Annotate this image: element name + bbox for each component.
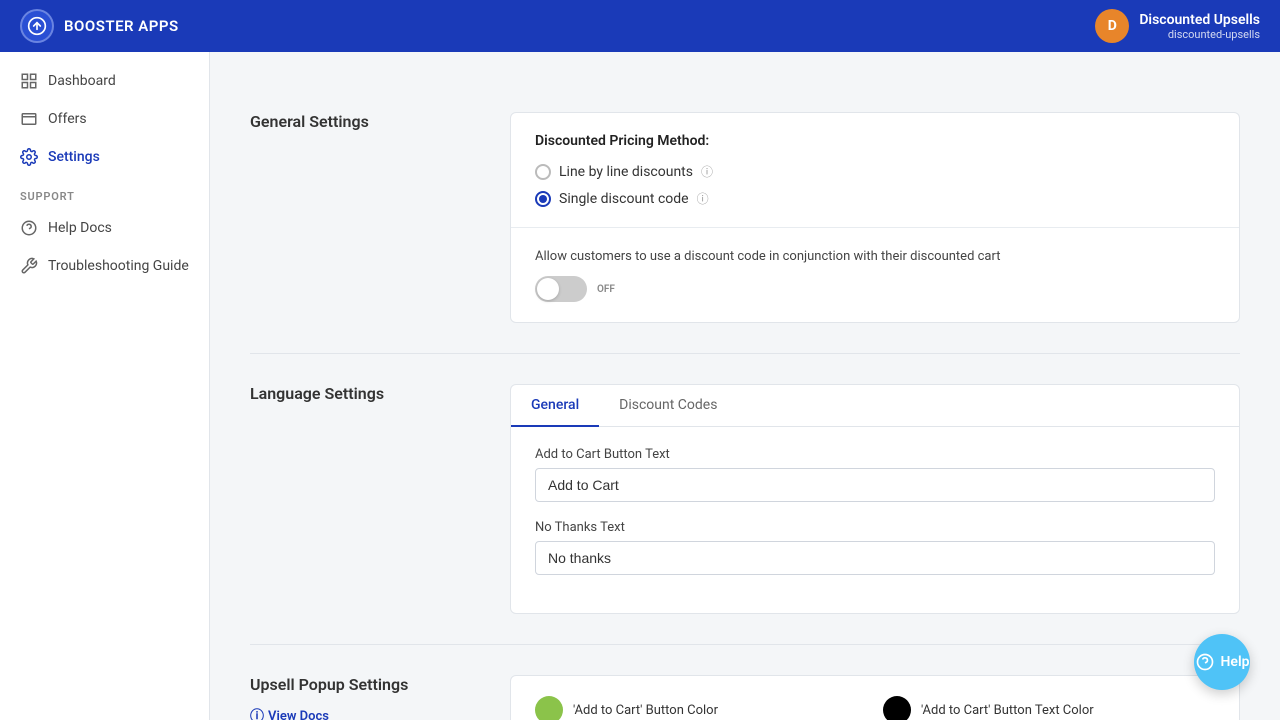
- radio-label-line: Line by line discounts: [559, 164, 693, 180]
- pricing-method-radio-group: Line by line discounts ⓘ Single discount…: [535, 163, 1215, 207]
- toggle-description: Allow customers to use a discount code i…: [535, 248, 1215, 266]
- sidebar-item-offers[interactable]: Offers: [0, 100, 209, 138]
- sidebar-label-dashboard: Dashboard: [48, 73, 116, 89]
- header-right: D Discounted Upsells discounted-upsells: [1095, 9, 1260, 43]
- field-group-add-to-cart: Add to Cart Button Text: [535, 447, 1215, 502]
- wrench-icon: [20, 257, 38, 275]
- toggle-knob: [537, 278, 559, 300]
- sidebar-item-dashboard[interactable]: Dashboard: [0, 62, 209, 100]
- upsell-popup-section: Upsell Popup Settings ⓘ View Docs Previe…: [250, 645, 1240, 720]
- color-label-add-to-cart-btn: 'Add to Cart' Button Color: [573, 703, 718, 718]
- support-section-label: SUPPORT: [0, 176, 209, 209]
- sidebar-label-settings: Settings: [48, 149, 100, 165]
- toggle-row: Allow customers to use a discount code i…: [535, 248, 1215, 302]
- language-settings-section: Language Settings General Discount Codes…: [250, 354, 1240, 645]
- help-icon-single[interactable]: ⓘ: [697, 190, 709, 207]
- brand-name: BOOSTER APPS: [64, 17, 179, 35]
- radio-label-single: Single discount code: [559, 191, 689, 207]
- general-settings-title: General Settings: [250, 112, 470, 323]
- upsell-popup-card: 'Add to Cart' Button Color 'Add to Cart'…: [510, 675, 1240, 720]
- color-label-add-to-cart-text: 'Add to Cart' Button Text Color: [921, 703, 1094, 718]
- help-icon-line[interactable]: ⓘ: [701, 163, 713, 180]
- radio-circle-line: [535, 164, 551, 180]
- add-to-cart-input[interactable]: [535, 468, 1215, 502]
- language-settings-title: Language Settings: [250, 384, 470, 614]
- pricing-method-title: Discounted Pricing Method:: [535, 133, 1215, 149]
- field-group-no-thanks: No Thanks Text: [535, 520, 1215, 575]
- help-circle-small-icon: ⓘ: [250, 706, 264, 720]
- app-logo[interactable]: [20, 9, 54, 43]
- dashboard-icon: [20, 72, 38, 90]
- no-thanks-label: No Thanks Text: [535, 520, 1215, 535]
- radio-line-by-line[interactable]: Line by line discounts ⓘ: [535, 163, 1215, 180]
- avatar: D: [1095, 9, 1129, 43]
- tab-content-general: Add to Cart Button Text No Thanks Text: [511, 427, 1239, 613]
- radio-circle-single: [535, 191, 551, 207]
- general-settings-card: Discounted Pricing Method: Line by line …: [510, 112, 1240, 323]
- help-circle-icon: [20, 219, 38, 237]
- sidebar-item-settings[interactable]: Settings: [0, 138, 209, 176]
- sidebar-label-offers: Offers: [48, 111, 87, 127]
- language-tabs: General Discount Codes: [511, 385, 1239, 427]
- language-settings-card: General Discount Codes Add to Cart Butto…: [510, 384, 1240, 614]
- color-item-add-to-cart-text: 'Add to Cart' Button Text Color: [883, 696, 1215, 720]
- swatch-add-to-cart-text[interactable]: [883, 696, 911, 720]
- user-info: Discounted Upsells discounted-upsells: [1139, 12, 1260, 41]
- user-subdomain: discounted-upsells: [1139, 28, 1260, 41]
- settings-icon: [20, 148, 38, 166]
- help-fab-label: Help: [1221, 654, 1250, 670]
- user-name: Discounted Upsells: [1139, 12, 1260, 28]
- offers-icon: [20, 110, 38, 128]
- pricing-method-block: Discounted Pricing Method: Line by line …: [511, 113, 1239, 228]
- tab-general[interactable]: General: [511, 385, 599, 427]
- sidebar-item-troubleshooting[interactable]: Troubleshooting Guide: [0, 247, 209, 285]
- sidebar-item-help-docs[interactable]: Help Docs: [0, 209, 209, 247]
- view-docs-link[interactable]: ⓘ View Docs: [250, 706, 470, 720]
- sidebar: Dashboard Offers Settings SUPPORT Help D…: [0, 52, 210, 720]
- sidebar-label-help-docs: Help Docs: [48, 220, 112, 236]
- discount-code-toggle-block: Allow customers to use a discount code i…: [511, 228, 1239, 322]
- color-options-grid: 'Add to Cart' Button Color 'Add to Cart'…: [511, 676, 1239, 720]
- radio-single-discount[interactable]: Single discount code ⓘ: [535, 190, 1215, 207]
- app-body: Dashboard Offers Settings SUPPORT Help D…: [0, 52, 1280, 720]
- toggle-off-label: OFF: [597, 284, 615, 295]
- no-thanks-input[interactable]: [535, 541, 1215, 575]
- discount-code-toggle[interactable]: [535, 276, 587, 302]
- upsell-popup-title: Upsell Popup Settings ⓘ View Docs Previe…: [250, 675, 470, 720]
- add-to-cart-label: Add to Cart Button Text: [535, 447, 1215, 462]
- tab-discount-codes[interactable]: Discount Codes: [599, 385, 737, 427]
- general-settings-section: General Settings Discounted Pricing Meth…: [250, 82, 1240, 354]
- app-header: BOOSTER APPS D Discounted Upsells discou…: [0, 0, 1280, 52]
- sidebar-label-troubleshooting: Troubleshooting Guide: [48, 258, 189, 274]
- swatch-add-to-cart-btn[interactable]: [535, 696, 563, 720]
- help-fab-icon: [1195, 652, 1215, 672]
- help-fab-button[interactable]: Help: [1194, 634, 1250, 690]
- header-left: BOOSTER APPS: [20, 9, 179, 43]
- main-content: General Settings Discounted Pricing Meth…: [210, 52, 1280, 720]
- color-item-add-to-cart-btn: 'Add to Cart' Button Color: [535, 696, 867, 720]
